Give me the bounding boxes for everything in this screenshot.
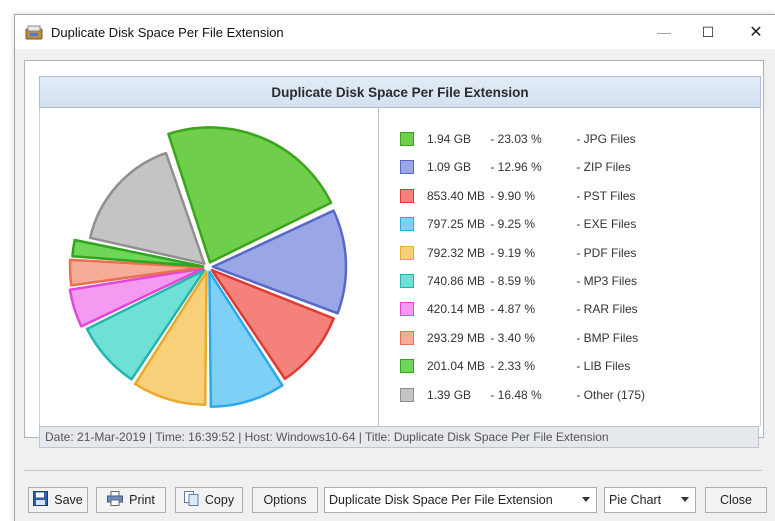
- legend-size: 201.04 MB: [427, 359, 486, 374]
- options-button[interactable]: Options: [252, 487, 318, 513]
- copy-button[interactable]: Copy: [175, 487, 243, 513]
- legend-size: 740.86 MB: [427, 274, 486, 288]
- close-button[interactable]: Close: [705, 487, 767, 513]
- legend-swatch: [400, 132, 414, 146]
- legend-percent: - 9.25 %: [487, 217, 536, 232]
- chart-type-value: Pie Chart: [609, 493, 662, 507]
- legend-item: 853.40 MB - 9.90 % - PST Files: [400, 187, 635, 205]
- legend-swatch: [400, 160, 414, 175]
- legend-percent: - 9.19 %: [487, 245, 536, 260]
- legend-item: 1.09 GB - 12.96 % - ZIP Files: [400, 158, 631, 176]
- legend-size: 1.94 GB: [427, 132, 472, 146]
- legend-swatch: [400, 188, 414, 203]
- legend-label: - LIB Files: [573, 359, 631, 374]
- toolbar-separator: [24, 470, 762, 471]
- close-button-label: Close: [720, 493, 752, 507]
- legend-item: 201.04 MB - 2.33 % - LIB Files: [400, 357, 630, 375]
- legend-percent: - 3.40 %: [487, 330, 536, 345]
- legend-label: - ZIP Files: [573, 160, 631, 175]
- legend-swatch: [400, 274, 414, 288]
- legend-item: 420.14 MB - 4.87 % - RAR Files: [400, 300, 638, 318]
- legend-percent: - 9.90 %: [487, 188, 536, 203]
- legend-size: 1.39 GB: [427, 387, 472, 402]
- save-button-label: Save: [54, 493, 83, 507]
- legend-percent: - 4.87 %: [487, 302, 536, 317]
- legend-percent: - 2.33 %: [487, 359, 536, 374]
- legend-label: - Other (175): [573, 387, 646, 402]
- legend-percent: - 8.59 %: [487, 274, 536, 288]
- legend-swatch: [400, 302, 414, 317]
- legend-item: 1.94 GB - 23.03 % - JPG Files: [400, 130, 636, 148]
- legend-item: 293.29 MB - 3.40 % - BMP Files: [400, 329, 638, 347]
- legend-label: - RAR Files: [573, 302, 638, 317]
- legend-size: 792.32 MB: [427, 245, 486, 260]
- print-button-label: Print: [129, 493, 155, 507]
- report-type-select[interactable]: Duplicate Disk Space Per File Extension: [324, 487, 597, 513]
- legend-percent: - 23.03 %: [487, 132, 542, 146]
- legend-swatch: [400, 387, 414, 402]
- copy-button-label: Copy: [204, 493, 235, 507]
- legend-percent: - 12.96 %: [487, 160, 542, 175]
- legend-percent: - 16.48 %: [487, 387, 542, 402]
- legend-swatch: [400, 359, 414, 374]
- save-button[interactable]: Save: [28, 487, 88, 513]
- legend-label: - JPG Files: [573, 132, 636, 146]
- status-bar: Date: 21-Mar-2019 | Time: 16:39:52 | Hos…: [39, 426, 759, 448]
- chevron-down-icon: [582, 497, 590, 502]
- legend-swatch: [400, 217, 414, 232]
- legend-size: 293.29 MB: [427, 330, 486, 345]
- copy-icon: [183, 491, 199, 509]
- options-button-label: Options: [263, 493, 307, 507]
- legend-label: - PST Files: [573, 188, 636, 203]
- chart-type-select[interactable]: Pie Chart: [604, 487, 696, 513]
- legend-item: 1.39 GB - 16.48 % - Other (175): [400, 386, 645, 404]
- legend-item: 792.32 MB - 9.19 % - PDF Files: [400, 244, 636, 262]
- chevron-down-icon: [681, 497, 689, 502]
- legend-label: - MP3 Files: [573, 274, 638, 288]
- legend-size: 420.14 MB: [427, 302, 486, 317]
- report-type-value: Duplicate Disk Space Per File Extension: [329, 493, 553, 507]
- legend-item: 797.25 MB - 9.25 % - EXE Files: [400, 215, 636, 233]
- legend-swatch: [400, 330, 414, 345]
- legend-size: 853.40 MB: [427, 188, 486, 203]
- legend-size: 797.25 MB: [427, 217, 486, 232]
- legend-label: - EXE Files: [573, 217, 637, 232]
- legend-swatch: [400, 245, 414, 260]
- legend-item: 740.86 MB - 8.59 % - MP3 Files: [400, 272, 637, 290]
- print-button[interactable]: Print: [96, 487, 166, 513]
- legend-label: - PDF Files: [573, 245, 637, 260]
- legend-label: - BMP Files: [573, 330, 639, 345]
- floppy-disk-icon: [33, 491, 49, 509]
- legend-size: 1.09 GB: [427, 160, 472, 175]
- printer-icon: [107, 491, 124, 509]
